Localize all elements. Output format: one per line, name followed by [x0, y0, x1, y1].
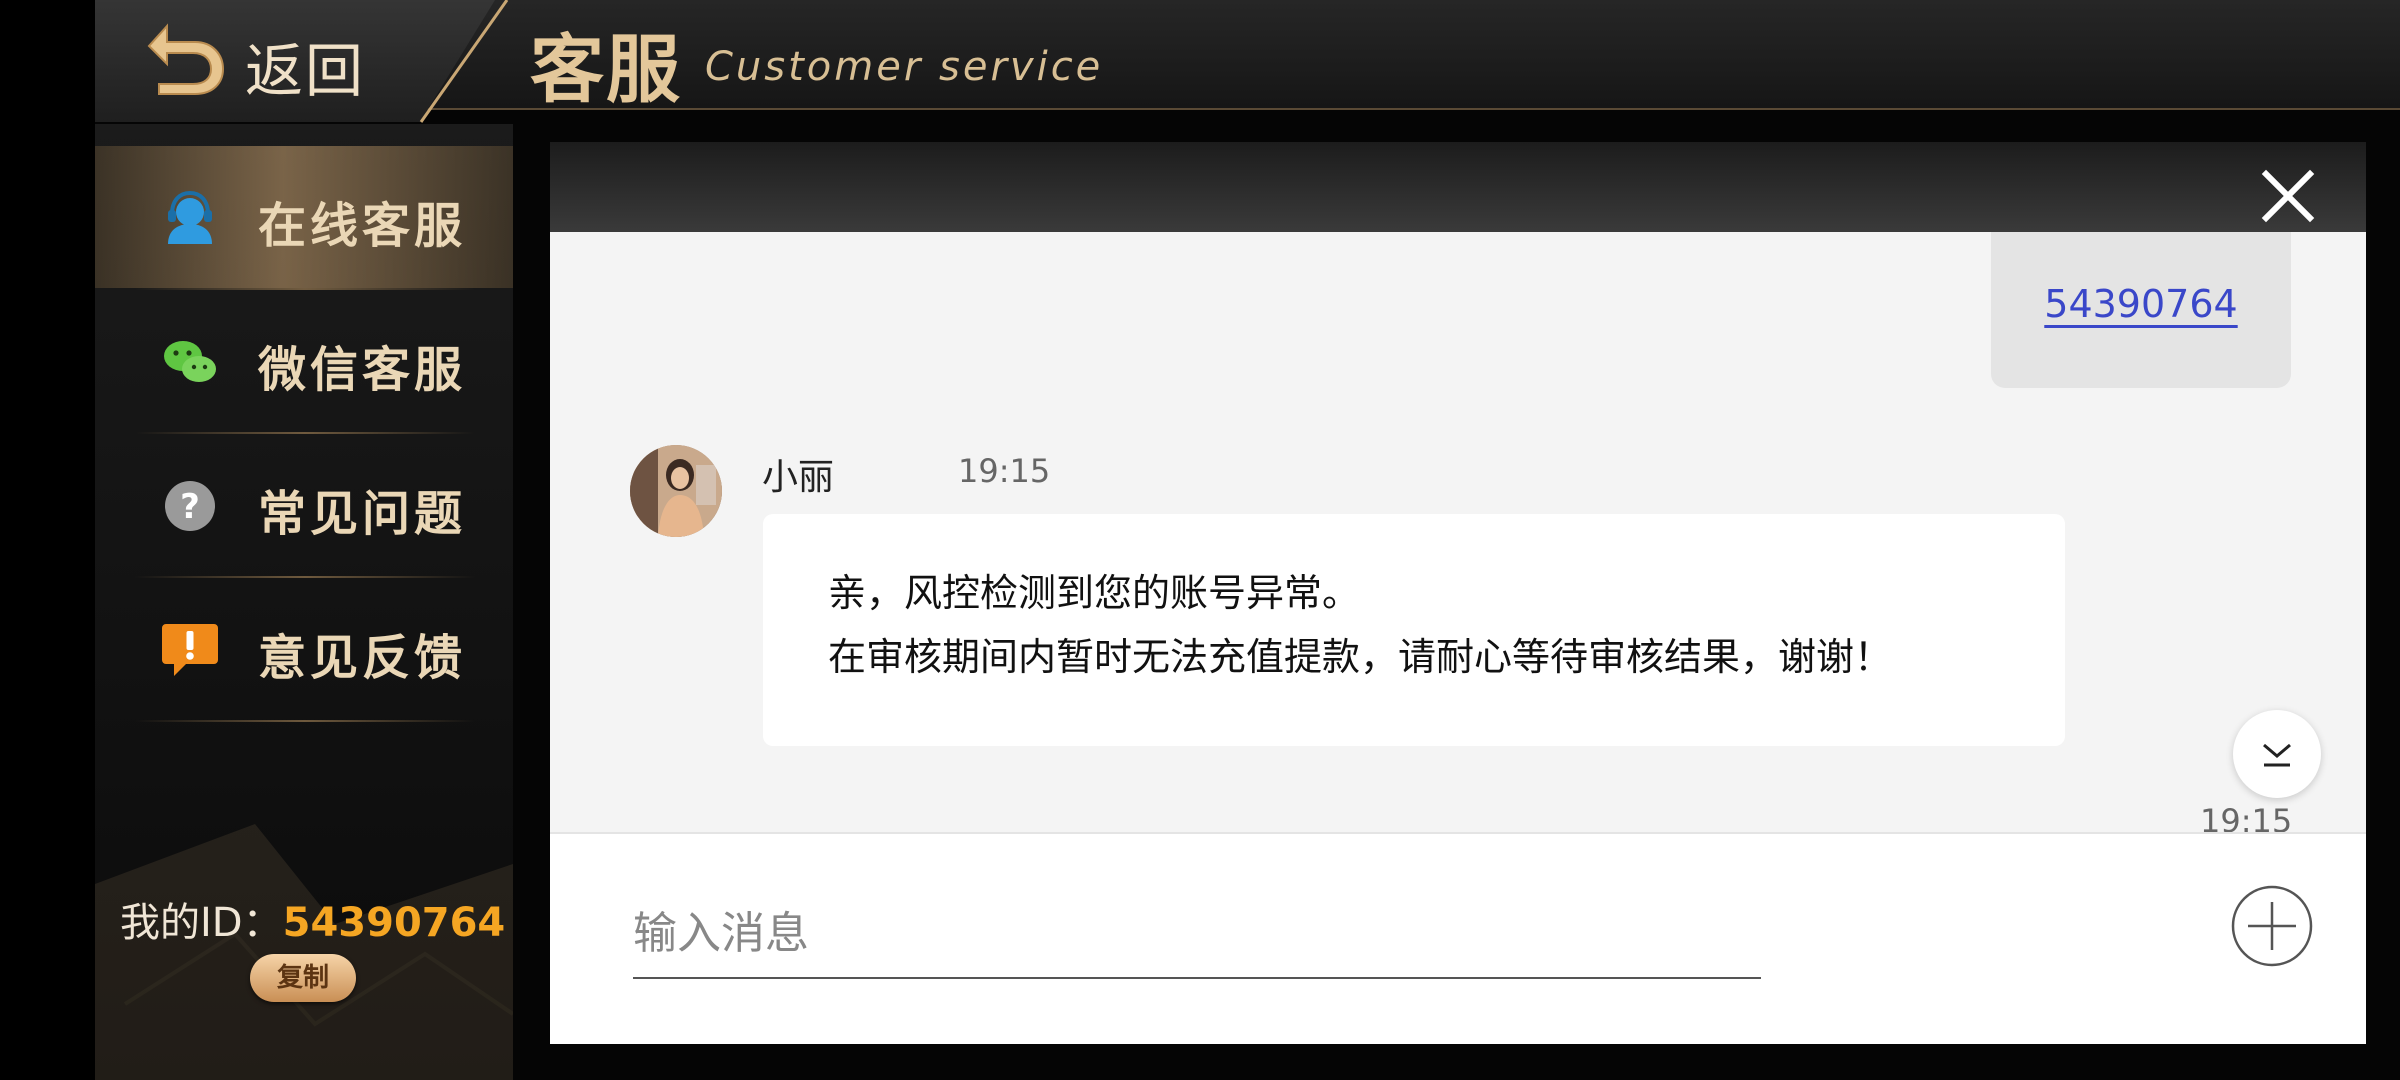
- message-input[interactable]: [633, 889, 1761, 979]
- my-id-value: 54390764: [282, 900, 506, 946]
- chevron-down-icon: [2263, 743, 2291, 767]
- chat-header: [550, 142, 2366, 232]
- sidebar-item-label: 意见反馈: [258, 630, 467, 686]
- agent-message-bubble: 亲，风控检测到您的账号异常。 在审核期间内暂时无法充值提款，请耐心等待审核结果，…: [763, 514, 2065, 746]
- avatar[interactable]: [630, 445, 722, 537]
- plus-icon[interactable]: [2230, 884, 2314, 968]
- sent-message-link[interactable]: 54390764: [1991, 282, 2291, 326]
- scroll-to-bottom-button[interactable]: [2233, 710, 2321, 798]
- avatar-image: [630, 445, 722, 537]
- sidebar-item-feedback[interactable]: 意见反馈: [95, 578, 513, 720]
- agent-message-line: 在审核期间内暂时无法充值提款，请耐心等待审核结果，谢谢！: [828, 635, 1893, 679]
- sent-message-bubble: 54390764: [1991, 232, 2291, 388]
- wechat-icon: [164, 341, 216, 382]
- svg-text:?: ?: [180, 487, 200, 527]
- sidebar-item-label: 在线客服: [258, 198, 467, 254]
- customer-service-app: 返回 客服 Customer service 在线客服 微信客服 ? 常见问题 …: [95, 0, 2400, 1080]
- copy-button[interactable]: 复制: [250, 954, 356, 1002]
- sidebar-item-wechat-service[interactable]: 微信客服: [95, 290, 513, 432]
- headset-user-icon: [168, 190, 212, 244]
- my-id-label: 我的ID：: [120, 900, 283, 946]
- exclamation-chat-icon: [162, 624, 218, 676]
- question-icon: ?: [165, 481, 215, 531]
- message-timestamp: 19:15: [958, 452, 1051, 490]
- agent-name: 小丽: [762, 457, 835, 498]
- agent-message-line: 亲，风控检测到您的账号异常。: [828, 571, 1361, 615]
- menu-divider: [135, 720, 475, 722]
- sidebar-item-label: 微信客服: [258, 342, 467, 398]
- sidebar-item-online-service[interactable]: 在线客服: [95, 146, 513, 288]
- message-input-area: [550, 832, 2366, 1044]
- close-icon[interactable]: [2260, 168, 2316, 224]
- header-divider: [419, 0, 509, 123]
- my-id: 我的ID：54390764: [120, 890, 505, 948]
- header-bar: 返回 客服 Customer service: [95, 0, 2400, 123]
- page-subtitle: Customer service: [705, 44, 1104, 90]
- back-label: 返回: [245, 37, 366, 105]
- chat-panel: 54390764 小丽 19:15 亲，风控检测到您的账号异常。 在审核期间内暂…: [550, 142, 2366, 1044]
- sidebar: 在线客服 微信客服 ? 常见问题 意见反馈 我的ID：54390764 复制: [95, 124, 513, 1080]
- back-arrow-icon: [147, 23, 225, 95]
- sidebar-item-faq[interactable]: ? 常见问题: [95, 434, 513, 576]
- sidebar-item-label: 常见问题: [258, 486, 467, 542]
- page-title: 客服: [530, 27, 682, 113]
